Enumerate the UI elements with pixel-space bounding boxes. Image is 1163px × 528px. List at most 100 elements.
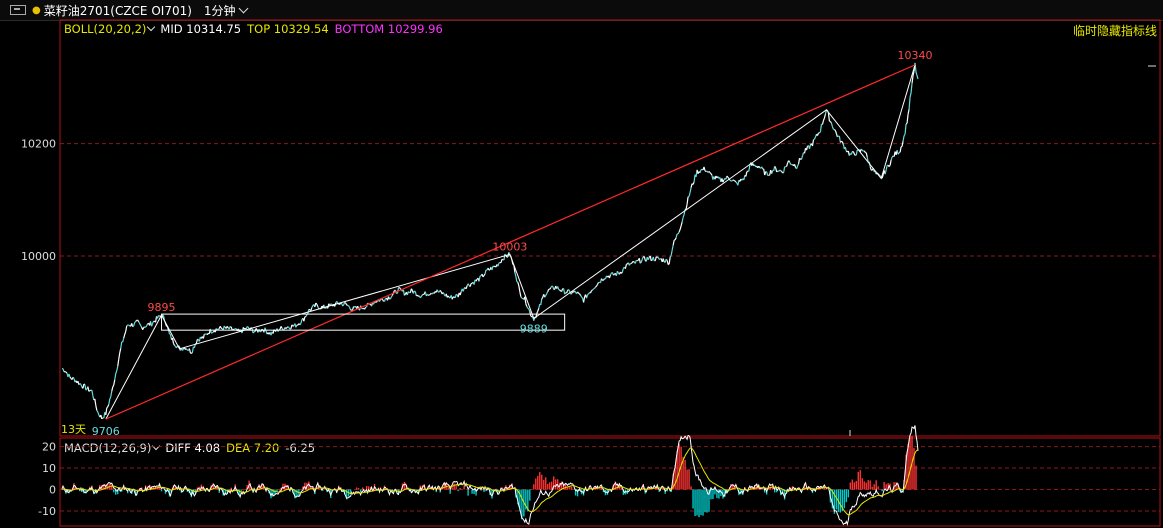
price-segment — [914, 62, 917, 72]
price-segment — [570, 293, 572, 295]
price-segment — [632, 260, 635, 263]
price-segment — [436, 289, 439, 293]
price-segment — [112, 384, 115, 388]
price-segment — [145, 325, 148, 328]
price-segment — [459, 291, 462, 296]
price-segment — [288, 327, 291, 330]
price-segment — [860, 148, 863, 151]
price-segment — [528, 308, 531, 312]
price-segment — [908, 97, 911, 110]
price-segment — [487, 267, 490, 271]
price-segment — [414, 291, 417, 297]
price-segment — [389, 296, 393, 300]
price-segment — [688, 192, 691, 197]
price-segment — [190, 352, 193, 354]
price-segment — [764, 171, 767, 176]
price-segment — [855, 149, 858, 156]
price-segment — [469, 283, 472, 287]
price-segment — [771, 170, 774, 174]
price-segment — [907, 109, 910, 115]
price-segment — [527, 307, 530, 310]
price-segment — [317, 306, 320, 310]
price-segment — [589, 290, 593, 294]
price-segment — [113, 379, 116, 386]
price-segment — [546, 291, 549, 294]
price-segment — [647, 257, 650, 260]
price-segment — [109, 396, 112, 400]
price-segment — [902, 135, 905, 142]
price-segment — [138, 321, 141, 324]
price-segment — [786, 162, 789, 167]
price-segment — [68, 373, 71, 378]
price-segment — [911, 75, 914, 84]
price-segment — [748, 165, 751, 172]
price-segment — [72, 376, 75, 379]
price-segment — [910, 83, 913, 94]
price-segment — [139, 323, 142, 326]
price-segment — [564, 292, 567, 295]
price-chart[interactable]: 10200 10000 20 10 0 -10 9895 10003 10340 9889 9706… — [0, 0, 1163, 528]
price-segment — [133, 322, 136, 327]
price-segment — [107, 404, 110, 407]
price-segment — [83, 383, 86, 386]
price-segment — [593, 287, 595, 290]
price-segment — [181, 348, 184, 351]
price-segment — [869, 166, 872, 171]
price-segment — [185, 348, 188, 351]
price-segment — [223, 325, 226, 328]
price-segment — [722, 179, 725, 183]
price-segment — [79, 382, 82, 385]
price-segment — [84, 384, 87, 391]
price-segment — [901, 141, 904, 147]
price-segment — [595, 285, 597, 288]
price-segment — [398, 287, 401, 290]
price-segment — [132, 325, 135, 328]
price-segment — [342, 304, 345, 307]
price-segment — [114, 373, 117, 380]
price-segment — [94, 398, 97, 406]
price-segment — [735, 181, 738, 184]
price-segment — [420, 294, 423, 297]
price-segment — [884, 169, 887, 175]
price-segment — [592, 288, 594, 291]
price-segment — [834, 130, 837, 134]
price-segment — [175, 345, 178, 349]
price-segment — [916, 75, 919, 80]
price-segment — [475, 278, 478, 282]
price-segment — [202, 334, 205, 339]
price-segment — [88, 390, 91, 392]
price-segment — [726, 175, 729, 178]
price-segment — [308, 308, 311, 311]
price-segment — [402, 289, 405, 296]
price-segment — [85, 388, 88, 391]
price-segment — [699, 169, 702, 174]
price-segment — [581, 296, 584, 299]
price-segment — [95, 405, 98, 411]
price-segment — [889, 159, 892, 166]
price-segment — [588, 292, 590, 295]
price-segment — [587, 293, 589, 296]
price-segment — [82, 383, 85, 389]
price-segment — [796, 165, 799, 169]
price-segment — [484, 269, 487, 275]
price-segment — [106, 406, 109, 409]
price-segment — [300, 319, 303, 324]
price-segment — [364, 306, 367, 310]
price-segment — [686, 196, 689, 205]
price-segment — [813, 136, 817, 140]
price-segment — [844, 147, 847, 152]
price-segment — [206, 332, 209, 336]
price-segment — [838, 135, 841, 143]
price-segment — [209, 328, 212, 334]
price-segment — [346, 304, 348, 307]
price-segment — [816, 132, 820, 136]
price-segment — [578, 292, 580, 295]
price-segment — [557, 286, 560, 290]
price-segment — [97, 411, 100, 415]
price-segment — [503, 253, 506, 261]
price-segment — [729, 179, 732, 182]
price-segment — [387, 296, 391, 300]
price-segment — [639, 261, 642, 264]
price-segment — [734, 180, 737, 183]
low-label: 9706 — [92, 425, 120, 438]
